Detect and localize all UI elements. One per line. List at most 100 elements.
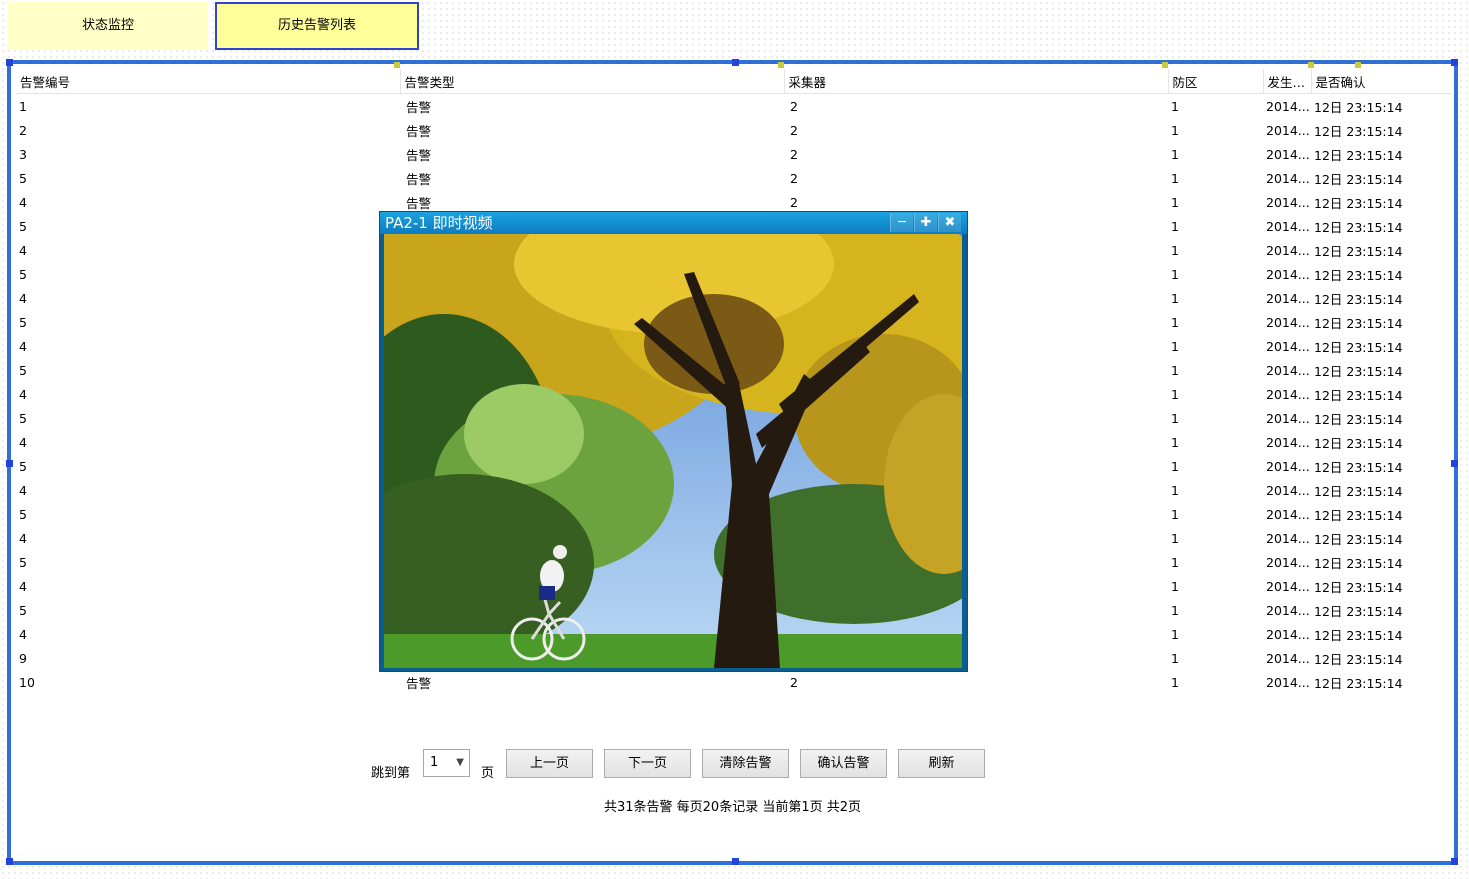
tab-history-alarms-label: 历史告警列表 bbox=[277, 18, 356, 33]
cell-alarm-id: 4 bbox=[19, 482, 27, 498]
cell-time: 2014... bbox=[1266, 194, 1310, 210]
prev-page-button[interactable]: 上一页 bbox=[506, 749, 593, 778]
cell-alarm-id: 5 bbox=[19, 410, 27, 426]
column-header-collector[interactable]: 采集器 bbox=[784, 69, 1169, 94]
close-icon[interactable]: ✖ bbox=[938, 213, 961, 232]
minimize-icon[interactable]: ─ bbox=[890, 213, 913, 232]
table-row[interactable]: 5 告警 2 1 2014...12日 23:15:14 bbox=[16, 166, 1451, 190]
plus-icon[interactable]: ✚ bbox=[914, 213, 937, 232]
cell-confirmed: 12日 23:15:14 bbox=[1314, 627, 1403, 643]
column-resize-handle[interactable] bbox=[394, 62, 400, 68]
resize-handle[interactable] bbox=[6, 460, 13, 467]
table-row[interactable]: 10 告警 2 1 2014... 12日 23:15:14 bbox=[16, 670, 1451, 694]
cell-zone: 1 bbox=[1171, 146, 1179, 162]
cell-zone: 1 bbox=[1171, 506, 1179, 522]
cell-alarm-id: 4 bbox=[19, 386, 27, 402]
cell-alarm-id: 5 bbox=[19, 602, 27, 618]
column-resize-handle[interactable] bbox=[1355, 62, 1361, 68]
cell-time: 2014... bbox=[1266, 578, 1310, 594]
cell-alarm-id: 4 bbox=[19, 194, 27, 210]
cell-time: 2014... bbox=[1266, 650, 1310, 666]
cell-alarm-id: 10 bbox=[19, 674, 35, 690]
cell-confirmed: 12日 23:15:14 bbox=[1314, 675, 1403, 691]
cell-zone: 1 bbox=[1171, 434, 1179, 450]
cell-confirmed: 12日 23:15:14 bbox=[1314, 579, 1403, 595]
resize-handle[interactable] bbox=[1451, 59, 1458, 66]
cell-confirmed: 12日 23:15:14 bbox=[1314, 291, 1403, 307]
column-resize-handle[interactable] bbox=[778, 62, 784, 68]
goto-page-label: 跳到第 bbox=[371, 766, 411, 781]
cell-confirmed: 12日 23:15:14 bbox=[1314, 219, 1403, 235]
page-select[interactable]: 1 ▼ bbox=[423, 749, 470, 777]
cell-zone: 1 bbox=[1171, 266, 1179, 282]
cell-alarm-id: 5 bbox=[19, 362, 27, 378]
cell-confirmed: 12日 23:15:14 bbox=[1314, 651, 1403, 667]
resize-handle[interactable] bbox=[732, 858, 739, 865]
cell-alarm-id: 4 bbox=[19, 578, 27, 594]
cell-zone: 1 bbox=[1171, 674, 1179, 690]
table-row[interactable]: 2 告警 2 1 2014... 12日 23:15:14 bbox=[16, 118, 1451, 142]
pagination-summary: 共31条告警 每页20条记录 当前第1页 共2页 bbox=[603, 800, 862, 815]
column-resize-handle[interactable] bbox=[1308, 62, 1314, 68]
cell-alarm-id: 5 bbox=[19, 266, 27, 282]
video-feed bbox=[384, 234, 962, 668]
video-title-bar[interactable]: PA2-1 即时视频 ─ ✚ ✖ bbox=[380, 212, 967, 234]
live-video-window[interactable]: PA2-1 即时视频 ─ ✚ ✖ bbox=[379, 211, 968, 672]
cell-zone: 1 bbox=[1171, 482, 1179, 498]
cell-alarm-id: 4 bbox=[19, 290, 27, 306]
cell-alarm-id: 4 bbox=[19, 338, 27, 354]
cell-time: 2014... bbox=[1266, 674, 1310, 690]
column-header-alarm-type[interactable]: 告警类型 bbox=[400, 69, 785, 94]
cell-alarm-id: 3 bbox=[19, 146, 27, 162]
cell-alarm-id: 5 bbox=[19, 218, 27, 234]
page-unit-label: 页 bbox=[481, 766, 495, 781]
cell-alarm-id: 4 bbox=[19, 626, 27, 642]
cell-confirmed: 12日 23:15:14 bbox=[1314, 195, 1403, 211]
cell-zone: 1 bbox=[1171, 602, 1179, 618]
cell-zone: 1 bbox=[1171, 386, 1179, 402]
refresh-button[interactable]: 刷新 bbox=[898, 749, 985, 778]
confirm-alarm-button[interactable]: 确认告警 bbox=[800, 749, 887, 778]
column-header-confirmed[interactable]: 是否确认 bbox=[1311, 69, 1451, 94]
resize-handle[interactable] bbox=[732, 59, 739, 66]
resize-handle[interactable] bbox=[6, 59, 13, 66]
cell-confirmed: 12日 23:15:14 bbox=[1314, 147, 1403, 163]
column-resize-handle[interactable] bbox=[1162, 62, 1168, 68]
clear-alarm-button[interactable]: 清除告警 bbox=[702, 749, 789, 778]
cell-confirmed: 12日 23:15:14 bbox=[1314, 435, 1403, 451]
tab-history-alarms[interactable]: 历史告警列表 bbox=[215, 2, 419, 50]
cell-time: 2014... bbox=[1266, 434, 1310, 450]
video-title: PA2-1 即时视频 bbox=[385, 214, 493, 232]
cell-zone: 1 bbox=[1171, 626, 1179, 642]
cell-collector: 2 bbox=[790, 170, 798, 186]
cell-time: 2014... bbox=[1266, 386, 1310, 402]
next-page-button[interactable]: 下一页 bbox=[604, 749, 691, 778]
cell-zone: 1 bbox=[1171, 650, 1179, 666]
cell-alarm-id: 9 bbox=[19, 650, 27, 666]
cell-zone: 1 bbox=[1171, 338, 1179, 354]
cell-alarm-id: 5 bbox=[19, 506, 27, 522]
table-row[interactable]: 3 告警 2 1 2014... 12日 23:15:14 bbox=[16, 142, 1451, 166]
column-header-zone[interactable]: 防区 bbox=[1168, 69, 1264, 94]
tab-status-monitor[interactable]: 状态监控 bbox=[8, 2, 208, 50]
cell-time: 2014... bbox=[1266, 122, 1310, 138]
cell-confirmed: 12日 23:15:14 bbox=[1314, 363, 1403, 379]
cell-collector: 2 bbox=[790, 146, 798, 162]
column-header-alarm-id[interactable]: 告警编号 bbox=[16, 69, 401, 94]
cell-confirmed: 12日 23:15:14 bbox=[1314, 387, 1403, 403]
cell-alarm-id: 4 bbox=[19, 530, 27, 546]
cell-time: 2014... bbox=[1266, 482, 1310, 498]
cell-zone: 1 bbox=[1171, 242, 1179, 258]
resize-handle[interactable] bbox=[1451, 858, 1458, 865]
resize-handle[interactable] bbox=[1451, 460, 1458, 467]
column-header-time[interactable]: 发生时间 bbox=[1263, 69, 1312, 94]
cell-zone: 1 bbox=[1171, 530, 1179, 546]
cell-collector: 2 bbox=[790, 122, 798, 138]
cell-confirmed: 12日 23:15:14 bbox=[1314, 483, 1403, 499]
cell-alarm-id: 1 bbox=[19, 98, 27, 114]
resize-handle[interactable] bbox=[6, 858, 13, 865]
cell-alarm-id: 5 bbox=[19, 554, 27, 570]
page-select-value: 1 bbox=[430, 755, 439, 770]
table-row[interactable]: 1 告警 2 1 2014... 12日 23:15:14 bbox=[16, 94, 1451, 119]
cell-time: 2014... bbox=[1266, 338, 1310, 354]
